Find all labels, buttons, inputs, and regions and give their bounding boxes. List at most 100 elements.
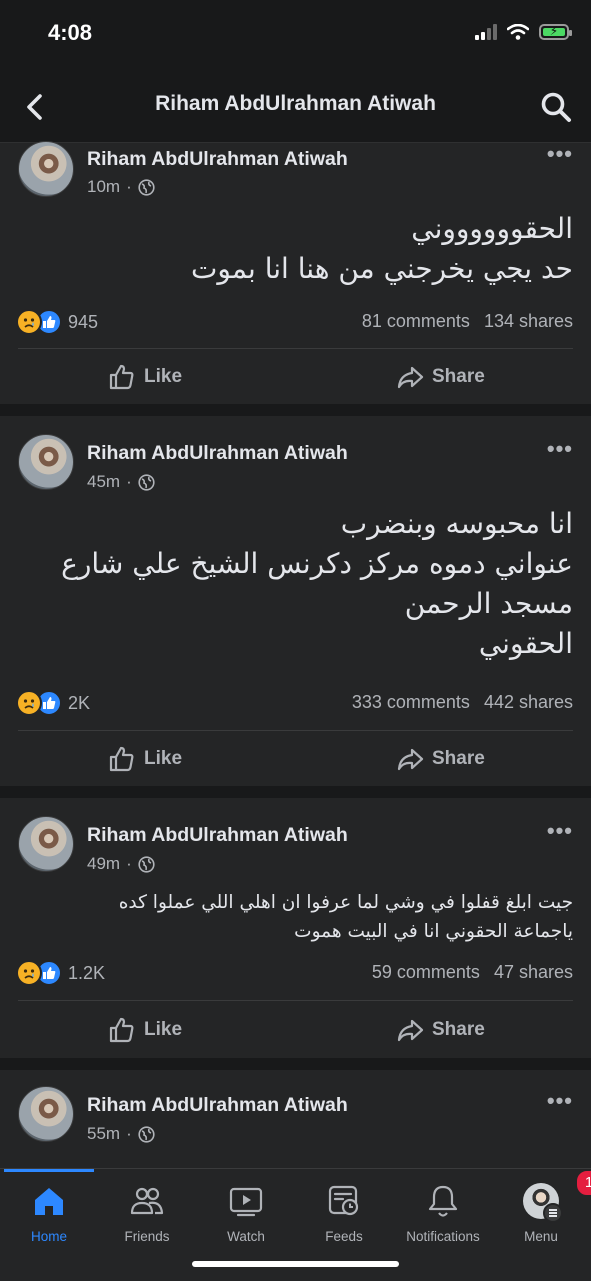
comments-count[interactable]: 59 comments bbox=[372, 962, 480, 983]
share-label: Share bbox=[432, 366, 485, 387]
post-time[interactable]: 49m bbox=[87, 854, 120, 874]
share-button[interactable]: Share bbox=[396, 1016, 485, 1044]
tab-feeds-label: Feeds bbox=[325, 1229, 363, 1244]
active-tab-indicator bbox=[4, 1169, 94, 1172]
author-avatar[interactable] bbox=[18, 434, 74, 490]
tab-watch[interactable]: Watch bbox=[197, 1183, 295, 1244]
share-button[interactable]: Share bbox=[396, 363, 485, 391]
home-indicator bbox=[192, 1261, 399, 1267]
author-avatar[interactable] bbox=[18, 141, 74, 197]
more-options-icon[interactable]: ••• bbox=[547, 1088, 573, 1114]
battery-icon: ⚡ bbox=[539, 24, 572, 40]
hamburger-menu-icon bbox=[543, 1203, 563, 1223]
post-separator bbox=[0, 786, 591, 798]
post-separator bbox=[0, 404, 591, 416]
post-text-line: الحقووووووني bbox=[411, 212, 573, 245]
like-label: Like bbox=[144, 1019, 183, 1040]
post-meta: 49m · bbox=[87, 854, 155, 874]
divider bbox=[18, 348, 573, 349]
feed-post: Riham AbdUlrahman Atiwah 55m · ••• bbox=[0, 1070, 591, 1168]
post-text: الحقووووووني حد يجي يخرجني من هنا انا بم… bbox=[18, 209, 573, 289]
post-text-line: عنواني دموه مركز دكرنس الشيخ علي شارع bbox=[61, 547, 573, 580]
like-button[interactable]: Like bbox=[108, 745, 182, 773]
shares-count[interactable]: 442 shares bbox=[484, 692, 573, 713]
share-label: Share bbox=[432, 748, 485, 769]
bell-icon bbox=[428, 1185, 458, 1217]
more-options-icon[interactable]: ••• bbox=[547, 436, 573, 462]
engagement-counts: 333 comments 442 shares bbox=[352, 692, 573, 713]
meta-dot: · bbox=[126, 472, 132, 491]
like-button[interactable]: Like bbox=[108, 1016, 182, 1044]
cellular-signal-icon bbox=[475, 24, 497, 40]
feed-post: Riham AbdUlrahman Atiwah 45m · ••• انا مح… bbox=[0, 416, 591, 786]
reaction-count: 1.2K bbox=[68, 962, 106, 983]
notification-badge: 1 bbox=[575, 1169, 591, 1197]
sad-reaction-icon bbox=[16, 960, 42, 986]
search-icon[interactable] bbox=[539, 90, 573, 124]
divider bbox=[18, 730, 573, 731]
tab-notifications-label: Notifications bbox=[406, 1229, 480, 1244]
tab-home[interactable]: Home bbox=[0, 1183, 98, 1244]
tab-friends[interactable]: Friends bbox=[98, 1183, 196, 1244]
status-icons: ⚡ bbox=[475, 24, 572, 40]
post-time[interactable]: 45m bbox=[87, 472, 120, 492]
share-label: Share bbox=[432, 1019, 485, 1040]
share-arrow-icon bbox=[397, 748, 424, 771]
more-options-icon[interactable]: ••• bbox=[547, 818, 573, 844]
more-options-icon[interactable]: ••• bbox=[547, 141, 573, 167]
like-label: Like bbox=[144, 366, 183, 387]
reaction-summary[interactable]: 2K bbox=[16, 690, 90, 716]
profile-avatar: 1 bbox=[523, 1169, 591, 1223]
tab-watch-label: Watch bbox=[227, 1229, 265, 1244]
share-button[interactable]: Share bbox=[396, 745, 485, 773]
meta-dot: · bbox=[126, 1124, 132, 1143]
post-author[interactable]: Riham AbdUlrahman Atiwah bbox=[87, 1094, 348, 1117]
tab-friends-label: Friends bbox=[124, 1229, 170, 1244]
post-author[interactable]: Riham AbdUlrahman Atiwah bbox=[87, 148, 348, 171]
feed-post: Riham AbdUlrahman Atiwah 49m · ••• جيت اب… bbox=[0, 798, 591, 1058]
reaction-count: 2K bbox=[68, 692, 91, 713]
post-author[interactable]: Riham AbdUlrahman Atiwah bbox=[87, 824, 348, 847]
post-meta: 45m · bbox=[87, 472, 155, 492]
tab-menu-label: Menu bbox=[524, 1229, 558, 1244]
post-text: انا محبوسه وبنضرب عنواني دموه مركز دكرنس… bbox=[18, 504, 573, 664]
comments-count[interactable]: 81 comments bbox=[362, 311, 470, 332]
tab-menu[interactable]: 1 Menu bbox=[492, 1169, 591, 1244]
sad-reaction-icon bbox=[16, 309, 42, 335]
friends-icon bbox=[130, 1187, 164, 1215]
reaction-count: 945 bbox=[68, 311, 99, 332]
post-text-line: مسجد الرحمن bbox=[404, 587, 573, 620]
tab-feeds[interactable]: Feeds bbox=[295, 1183, 393, 1244]
feeds-clock-icon bbox=[328, 1185, 359, 1216]
author-avatar[interactable] bbox=[18, 1086, 74, 1142]
wifi-icon bbox=[507, 24, 529, 40]
meta-dot: · bbox=[126, 177, 132, 196]
sad-reaction-icon bbox=[16, 690, 42, 716]
tab-notifications[interactable]: Notifications bbox=[394, 1183, 492, 1244]
engagement-counts: 81 comments 134 shares bbox=[362, 311, 573, 332]
reaction-summary[interactable]: 1.2K bbox=[16, 960, 105, 986]
shares-count[interactable]: 134 shares bbox=[484, 311, 573, 332]
post-meta: 10m · bbox=[87, 177, 155, 197]
post-separator bbox=[0, 1058, 591, 1070]
status-time: 4:08 bbox=[48, 20, 93, 45]
engagement-counts: 59 comments 47 shares bbox=[372, 962, 573, 983]
post-time[interactable]: 55m bbox=[87, 1124, 120, 1144]
like-button[interactable]: Like bbox=[108, 363, 182, 391]
share-arrow-icon bbox=[397, 366, 424, 389]
thumbs-up-icon bbox=[109, 746, 134, 772]
comments-count[interactable]: 333 comments bbox=[352, 692, 470, 713]
post-author[interactable]: Riham AbdUlrahman Atiwah bbox=[87, 442, 348, 465]
reaction-summary[interactable]: 945 bbox=[16, 309, 98, 335]
like-label: Like bbox=[144, 748, 183, 769]
globe-icon bbox=[138, 1125, 155, 1143]
home-icon bbox=[35, 1188, 63, 1215]
post-meta: 55m · bbox=[87, 1124, 155, 1144]
author-avatar[interactable] bbox=[18, 816, 74, 872]
shares-count[interactable]: 47 shares bbox=[494, 962, 573, 983]
post-text-line: حد يجي يخرجني من هنا انا بموت bbox=[191, 252, 573, 285]
globe-icon bbox=[138, 855, 155, 873]
post-time[interactable]: 10m bbox=[87, 177, 120, 197]
video-play-icon bbox=[229, 1187, 263, 1217]
meta-dot: · bbox=[126, 854, 132, 873]
